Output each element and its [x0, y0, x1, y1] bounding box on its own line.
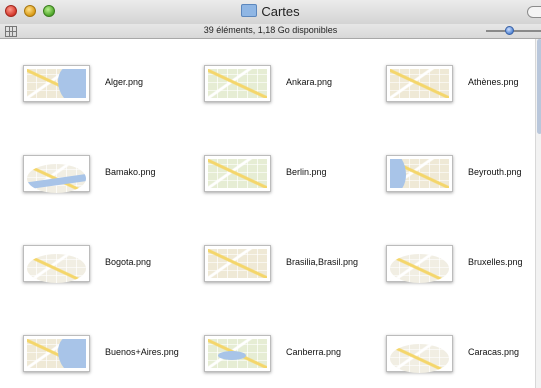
status-bar: 39 éléments, 1,18 Go disponibles [0, 24, 541, 39]
file-name[interactable]: Brasilia,Brasil.png [286, 257, 358, 267]
png-thumbnail-icon[interactable] [204, 65, 271, 102]
png-thumbnail-icon[interactable] [386, 65, 453, 102]
file-name[interactable]: Buenos+Aires.png [105, 347, 179, 357]
window-title-label: Cartes [261, 4, 300, 19]
file-grid: Alger.png Ankara.png Athènes.png Bamako.… [0, 39, 535, 388]
folder-icon [241, 4, 258, 17]
png-thumbnail-icon[interactable] [23, 245, 90, 283]
png-thumbnail-icon[interactable] [204, 155, 271, 192]
file-name[interactable]: Bogota.png [105, 257, 151, 267]
scrollbar-thumb[interactable] [537, 39, 541, 134]
icon-size-slider-knob[interactable] [505, 26, 514, 35]
file-name[interactable]: Canberra.png [286, 347, 341, 357]
png-thumbnail-icon[interactable] [23, 155, 90, 193]
png-thumbnail-icon[interactable] [204, 245, 271, 282]
png-thumbnail-icon[interactable] [23, 65, 90, 102]
finder-window: Cartes 39 éléments, 1,18 Go disponibles … [0, 0, 541, 388]
png-thumbnail-icon[interactable] [386, 335, 453, 373]
png-thumbnail-icon[interactable] [204, 335, 271, 372]
png-thumbnail-icon[interactable] [23, 335, 90, 372]
file-name[interactable]: Bamako.png [105, 167, 156, 177]
png-thumbnail-icon[interactable] [386, 245, 453, 283]
toolbar-toggle-button[interactable] [527, 6, 541, 18]
file-name[interactable]: Ankara.png [286, 77, 332, 87]
window-title: Cartes [0, 4, 541, 19]
status-text: 39 éléments, 1,18 Go disponibles [203, 25, 338, 35]
file-name[interactable]: Athènes.png [468, 77, 519, 87]
title-bar[interactable]: Cartes [0, 0, 541, 25]
file-name[interactable]: Beyrouth.png [468, 167, 522, 177]
file-name[interactable]: Bruxelles.png [468, 257, 523, 267]
png-thumbnail-icon[interactable] [386, 155, 453, 192]
file-name[interactable]: Berlin.png [286, 167, 327, 177]
file-name[interactable]: Alger.png [105, 77, 143, 87]
file-name[interactable]: Caracas.png [468, 347, 519, 357]
vertical-scrollbar[interactable] [535, 39, 541, 388]
